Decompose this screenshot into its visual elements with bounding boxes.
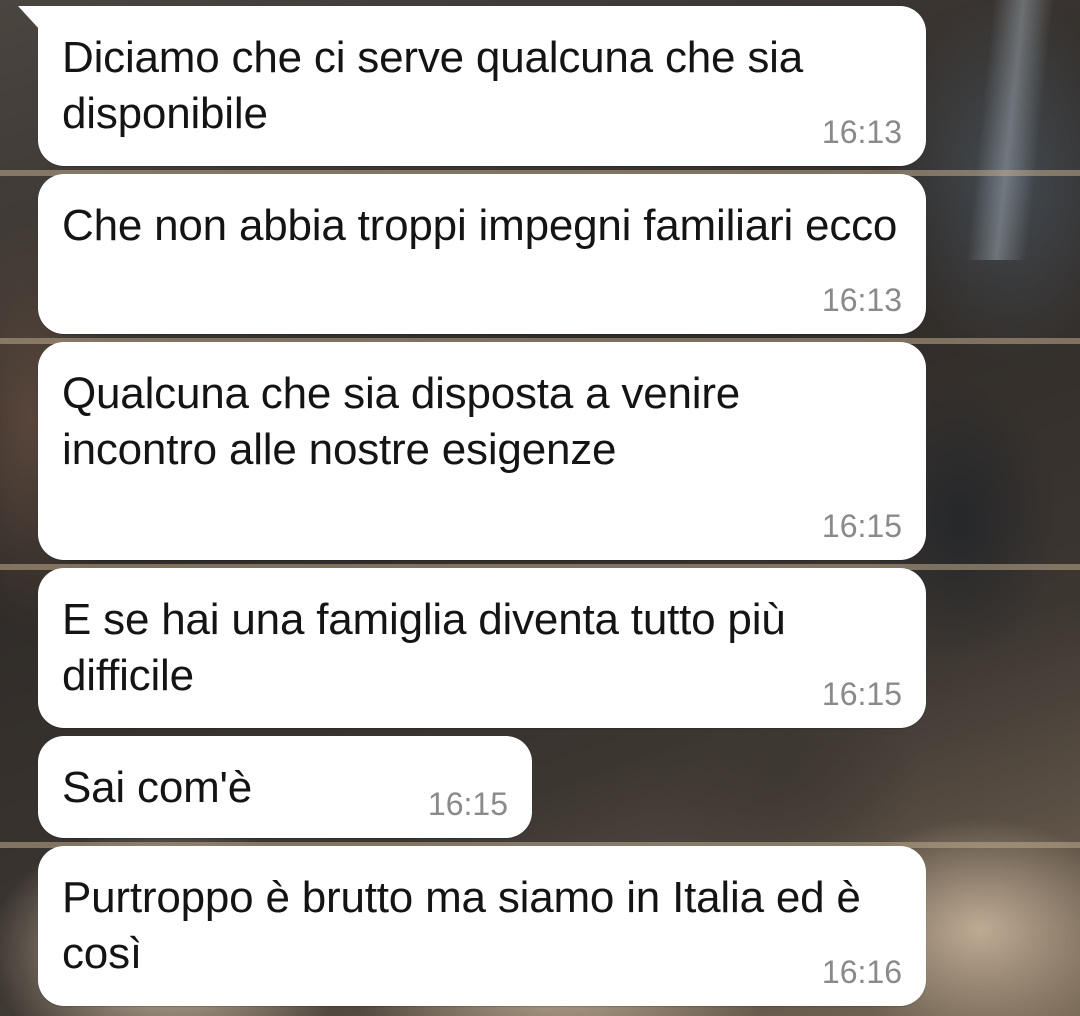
message-list[interactable]: Diciamo che ci serve qualcuna che sia di… [0, 0, 1080, 1016]
incoming-message-bubble[interactable]: Sai com'è 16:15 [38, 736, 532, 838]
message-text: Diciamo che ci serve qualcuna che sia di… [62, 33, 803, 138]
incoming-message-bubble[interactable]: Purtroppo è brutto ma siamo in Italia ed… [38, 846, 926, 1006]
message-text: Purtroppo è brutto ma siamo in Italia ed… [62, 873, 861, 978]
message-text: E se hai una famiglia diventa tutto più … [62, 595, 786, 700]
message-timestamp: 16:15 [821, 508, 902, 544]
incoming-message-bubble[interactable]: Che non abbia troppi impegni familiari e… [38, 174, 926, 334]
incoming-message-bubble[interactable]: E se hai una famiglia diventa tutto più … [38, 568, 926, 728]
message-timestamp: 16:13 [821, 114, 902, 150]
message-text: Qualcuna che sia disposta a venire incon… [62, 369, 741, 474]
message-timestamp: 16:15 [821, 676, 902, 712]
message-text: Che non abbia troppi impegni familiari e… [62, 201, 898, 250]
message-timestamp: 16:13 [821, 282, 902, 318]
message-timestamp: 16:15 [427, 786, 508, 822]
bubble-tail [18, 6, 40, 30]
incoming-message-bubble[interactable]: Diciamo che ci serve qualcuna che sia di… [18, 6, 926, 166]
incoming-message-bubble[interactable]: Qualcuna che sia disposta a venire incon… [38, 342, 926, 560]
message-timestamp: 16:16 [821, 954, 902, 990]
